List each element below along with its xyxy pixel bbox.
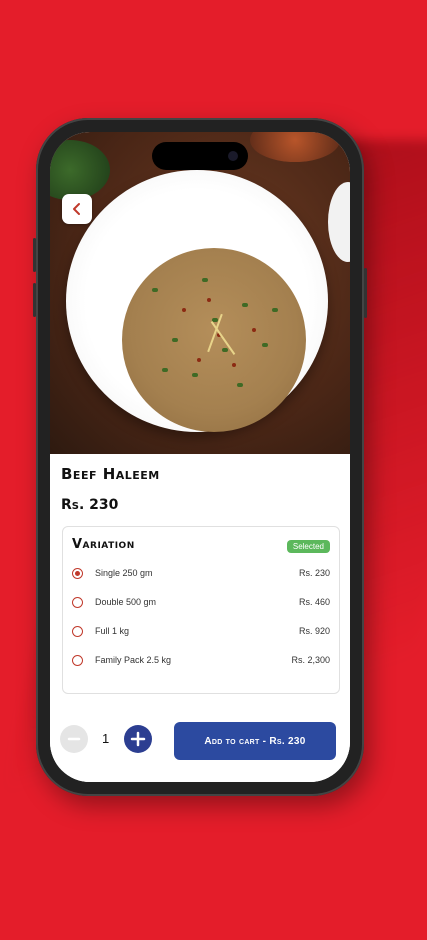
- volume-down-button: [33, 283, 36, 317]
- side-dish-herbs: [50, 140, 110, 200]
- haleem-dish: [122, 248, 306, 432]
- side-dish-chili: [250, 132, 340, 162]
- variation-option-price: Rs. 920: [298, 626, 330, 636]
- back-button[interactable]: [62, 194, 92, 224]
- variation-card: Variation Selected Single 250 gm Rs. 230…: [62, 526, 340, 694]
- volume-up-button: [33, 238, 36, 272]
- radio-button[interactable]: [72, 597, 83, 608]
- variation-option-label: Double 500 gm: [95, 597, 157, 607]
- variation-option-full[interactable]: Full 1 kg Rs. 920: [72, 625, 330, 641]
- app-screen: Beef Haleem Rs. 230 Variation Selected S…: [50, 132, 350, 782]
- plus-icon: [130, 731, 146, 747]
- variation-option-label: Full 1 kg: [95, 626, 130, 636]
- radio-button[interactable]: [72, 655, 83, 666]
- variation-title: Variation: [72, 537, 135, 552]
- power-button: [364, 268, 367, 318]
- cart-bar: 1 Add to cart - Rs. 230: [50, 722, 350, 782]
- quantity-plus-button[interactable]: [124, 725, 152, 753]
- plate: [66, 170, 328, 432]
- minus-icon: [67, 737, 81, 741]
- product-price: Rs. 230: [61, 497, 119, 513]
- selected-badge: Selected: [286, 540, 330, 553]
- dynamic-island: [152, 142, 248, 170]
- variation-option-price: Rs. 2,300: [291, 655, 330, 665]
- radio-button[interactable]: [72, 626, 83, 637]
- variation-option-label: Single 250 gm: [95, 568, 153, 578]
- product-image: [50, 132, 350, 454]
- chevron-left-icon: [73, 203, 80, 215]
- quantity-minus-button[interactable]: [60, 725, 88, 753]
- variation-option-price: Rs. 230: [298, 568, 330, 578]
- variation-option-single[interactable]: Single 250 gm Rs. 230: [72, 567, 330, 583]
- radio-button[interactable]: [72, 568, 83, 579]
- variation-option-label: Family Pack 2.5 kg: [95, 655, 172, 665]
- variation-option-family[interactable]: Family Pack 2.5 kg Rs. 2,300: [72, 654, 330, 670]
- quantity-value: 1: [102, 731, 110, 746]
- product-title: Beef Haleem: [61, 465, 160, 483]
- camera-icon: [228, 151, 238, 161]
- add-to-cart-button[interactable]: Add to cart - Rs. 230: [174, 722, 336, 760]
- side-plate: [328, 182, 350, 262]
- variation-option-double[interactable]: Double 500 gm Rs. 460: [72, 596, 330, 612]
- variation-option-price: Rs. 460: [298, 597, 330, 607]
